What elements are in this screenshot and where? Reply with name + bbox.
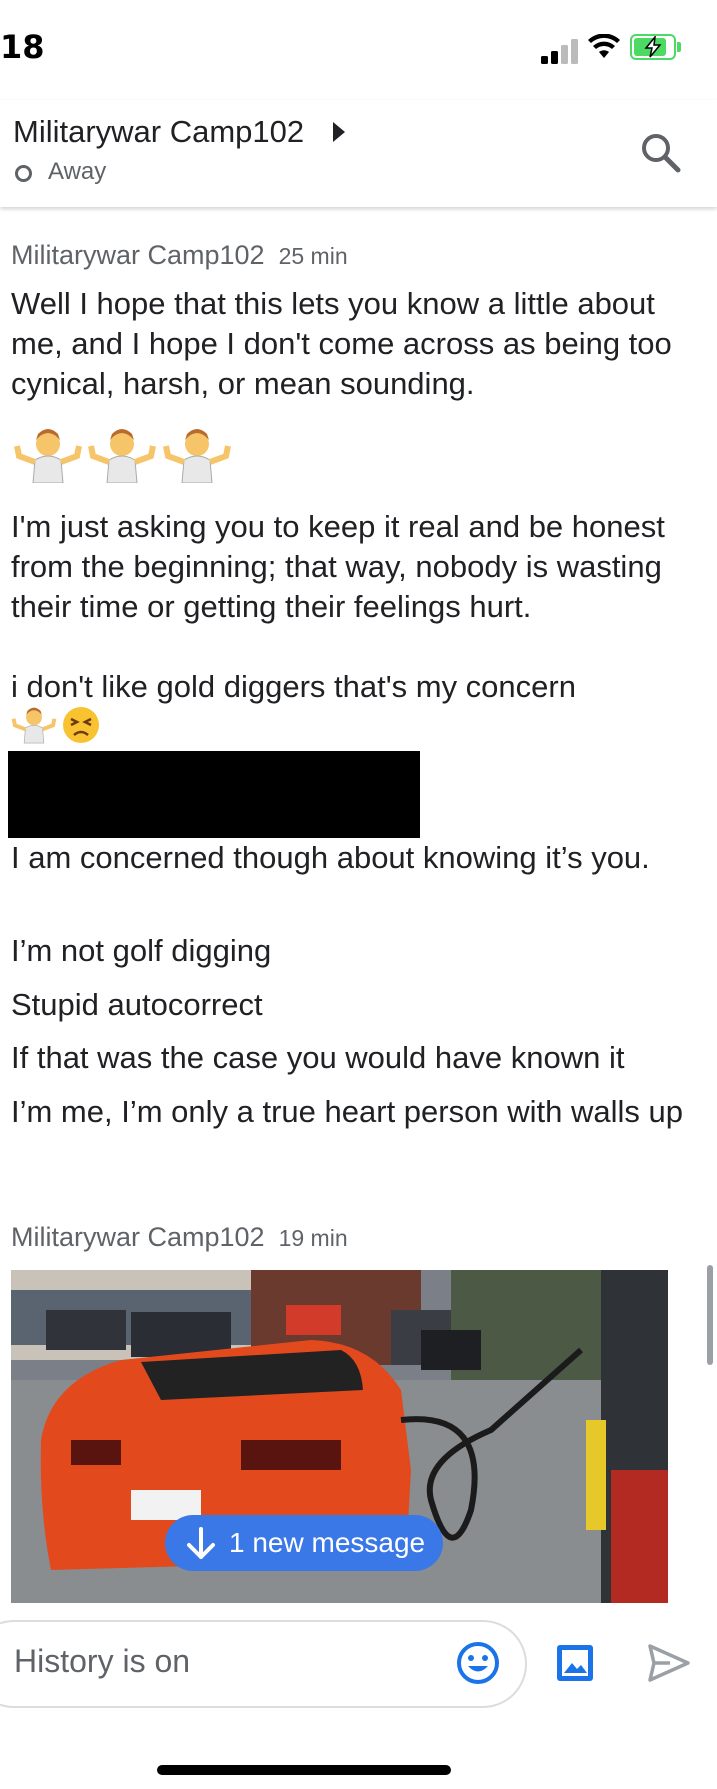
contact-name[interactable]: Militarywar Camp102: [13, 114, 304, 150]
expand-caret-icon[interactable]: [333, 122, 345, 142]
wifi-icon: [588, 34, 620, 58]
status-bar: 18: [0, 0, 717, 100]
new-message-button[interactable]: 1 new message: [165, 1515, 443, 1571]
new-message-label: 1 new message: [229, 1527, 426, 1558]
message-time: 19 min: [278, 1225, 348, 1251]
message-time: 25 min: [278, 243, 348, 269]
message-input-placeholder: History is on: [14, 1643, 191, 1679]
search-icon[interactable]: [638, 130, 684, 176]
message-sender: Militarywar Camp102 19 min: [11, 1222, 348, 1253]
shrug-emoji-icon: [14, 429, 82, 483]
persevering-face-emoji-icon: [63, 707, 100, 743]
home-indicator[interactable]: [157, 1765, 451, 1775]
presence-status: Away: [48, 158, 107, 185]
message-text: I’m me, I’m only a true heart person wit…: [11, 1094, 683, 1129]
image-icon[interactable]: [555, 1643, 595, 1683]
smiley-icon[interactable]: [456, 1641, 500, 1685]
shrug-emoji-icon: [11, 707, 57, 744]
presence-status-icon: [15, 165, 32, 182]
sender-name: Militarywar Camp102: [11, 240, 265, 270]
message-sender: Militarywar Camp102 25 min: [11, 240, 348, 271]
send-icon[interactable]: [646, 1640, 692, 1686]
chat-header: Militarywar Camp102 Away: [0, 100, 717, 207]
shrug-emoji-row: [13, 428, 232, 483]
message-text: I’m not golf digging: [11, 933, 272, 968]
battery-icon: [630, 34, 681, 60]
message-text: If that was the case you would have know…: [11, 1040, 625, 1075]
message-text: i don't like gold diggers that's my conc…: [11, 669, 576, 704]
message-text: I'm just asking you to keep it real and …: [11, 509, 665, 624]
shrug-emoji-icon: [162, 429, 231, 483]
message-text: I am concerned though about knowing it’s…: [11, 840, 650, 875]
status-time: 18: [0, 28, 45, 66]
arrow-down-icon: [187, 1527, 215, 1559]
redacted-block: [8, 751, 420, 838]
sender-name: Militarywar Camp102: [11, 1222, 265, 1252]
message-text: Well I hope that this lets you know a li…: [11, 286, 672, 401]
signal-icon: [541, 36, 581, 64]
shrug-emoji-icon: [88, 429, 157, 483]
emoji-row: [11, 705, 101, 745]
scrollbar-thumb[interactable]: [707, 1265, 713, 1365]
message-text: Stupid autocorrect: [11, 987, 263, 1022]
